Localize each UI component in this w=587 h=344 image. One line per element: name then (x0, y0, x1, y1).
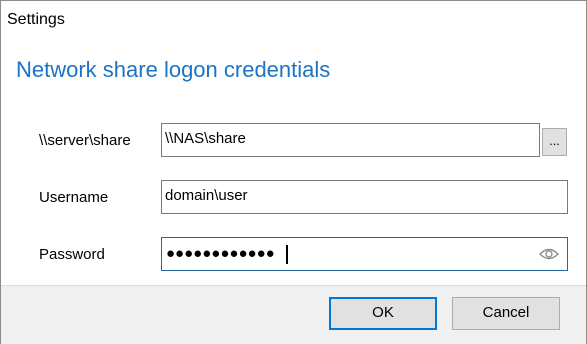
window-title: Settings (7, 11, 65, 28)
username-label: Username (39, 189, 109, 206)
share-path-input[interactable]: \\NAS\share (161, 123, 540, 157)
text-caret (286, 245, 288, 264)
password-input[interactable]: ●●●●●●●●●●●● (161, 237, 568, 271)
password-masked-value: ●●●●●●●●●●●● (166, 245, 275, 262)
ok-button[interactable]: OK (329, 297, 437, 330)
browse-button[interactable]: ... (542, 128, 567, 156)
page-heading: Network share logon credentials (16, 57, 331, 82)
password-label: Password (39, 246, 105, 263)
cancel-button[interactable]: Cancel (452, 297, 560, 330)
settings-dialog: Settings Network share logon credentials… (0, 0, 587, 344)
eye-icon[interactable] (539, 247, 559, 261)
title-bar: Settings (1, 1, 586, 39)
share-label: \\server\share (39, 132, 131, 149)
username-input[interactable]: domain\user (161, 180, 568, 214)
